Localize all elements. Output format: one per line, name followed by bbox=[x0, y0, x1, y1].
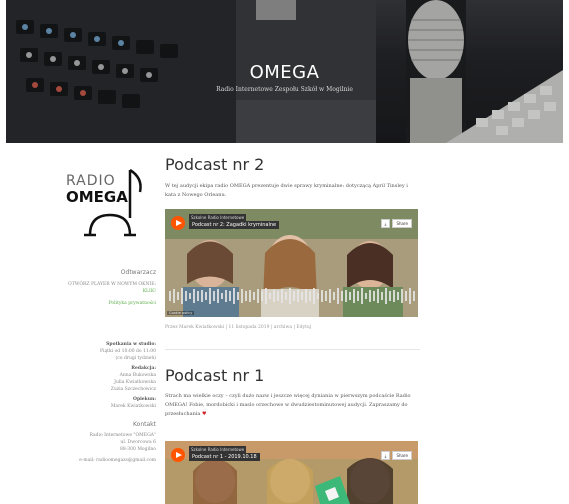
mentor-label: Opiekun: bbox=[133, 397, 156, 402]
editorial-member: Julia Kwiatkowska bbox=[114, 380, 156, 385]
post-divider bbox=[165, 349, 420, 350]
play-button[interactable] bbox=[171, 216, 185, 230]
logo-omega-text: OMEGA bbox=[66, 188, 128, 206]
heart-icon: ♥ bbox=[202, 411, 207, 417]
site-subtitle: Radio Internetowe Zespołu Szkół w Mogiln… bbox=[216, 86, 353, 93]
editorial-label: Redakcja: bbox=[131, 366, 156, 371]
editorial-member: Zuzia Szczechowicz bbox=[110, 387, 156, 392]
post-excerpt: W tej audycji ekipa radio OMEGA prezentu… bbox=[165, 183, 408, 198]
player-actions: ⤓ Share bbox=[380, 451, 412, 460]
download-icon[interactable]: ⤓ bbox=[380, 219, 391, 228]
play-button[interactable] bbox=[171, 448, 185, 462]
download-icon[interactable]: ⤓ bbox=[380, 451, 391, 460]
post-excerpt: Strach ma wielkie oczy – czyli dużo nazw… bbox=[165, 393, 411, 417]
meetings-label: Spotkania w studio: bbox=[106, 342, 156, 347]
contact-line: Radio Internetowe "OMEGA" bbox=[89, 433, 156, 438]
privacy-link[interactable]: Polityka prywatności bbox=[58, 300, 156, 307]
post-meta: Przez Marek Kwiatkowski | 11 listopada 2… bbox=[165, 325, 312, 330]
player-section-title: Odtwarzacz bbox=[120, 269, 156, 276]
player-actions: ⤓ Share bbox=[380, 219, 412, 228]
mentor-name: Marek Kwiatkowski bbox=[110, 404, 156, 409]
contact-line: 88-300 Mogilno bbox=[120, 447, 156, 452]
player-user-name[interactable]: Szkolne Radio Internetowe bbox=[189, 214, 247, 221]
post-title[interactable]: Podcast nr 1 bbox=[165, 366, 264, 385]
site-header: OMEGA Radio Internetowe Zespołu Szkół w … bbox=[6, 0, 563, 143]
player-track-title[interactable]: Podcast nr 2: Zagadki kryminalne bbox=[189, 221, 280, 229]
logo-radio-text: RADIO bbox=[66, 173, 116, 189]
contact-email[interactable]: e-mail: radioomegazs@gmail.com bbox=[58, 457, 156, 464]
share-button[interactable]: Share bbox=[392, 451, 412, 460]
soundcloud-player[interactable]: Szkolne Radio Internetowe Podcast nr 1 -… bbox=[165, 441, 418, 504]
meetings-line1: Piątki od 10:00 do 11:00 bbox=[100, 349, 156, 354]
share-button[interactable]: Share bbox=[392, 219, 412, 228]
open-player-link[interactable]: KLIK! bbox=[58, 288, 156, 295]
contact-line: ul. Dworcowa 6 bbox=[120, 440, 156, 445]
site-title[interactable]: OMEGA bbox=[6, 62, 563, 83]
soundcloud-player[interactable]: Szkolne Radio Internetowe Podcast nr 2: … bbox=[165, 209, 418, 317]
editorial-member: Anna Bukowska bbox=[119, 373, 156, 378]
radio-omega-logo[interactable]: RADIO OMEGA bbox=[58, 160, 156, 240]
open-player-text: OTWÓRZ PLAYER W NOWYM OKNIE: bbox=[68, 282, 156, 287]
post-title[interactable]: Podcast nr 2 bbox=[165, 155, 264, 174]
cookie-policy-link[interactable]: Cookie policy bbox=[167, 311, 195, 315]
meetings-line2: (co drugi tydzień) bbox=[115, 356, 156, 361]
contact-title: Kontakt bbox=[133, 421, 156, 428]
player-track-title[interactable]: Podcast nr 1 - 2019.10.18 bbox=[189, 453, 260, 461]
player-user-name[interactable]: Szkolne Radio Internetowe bbox=[189, 446, 247, 453]
